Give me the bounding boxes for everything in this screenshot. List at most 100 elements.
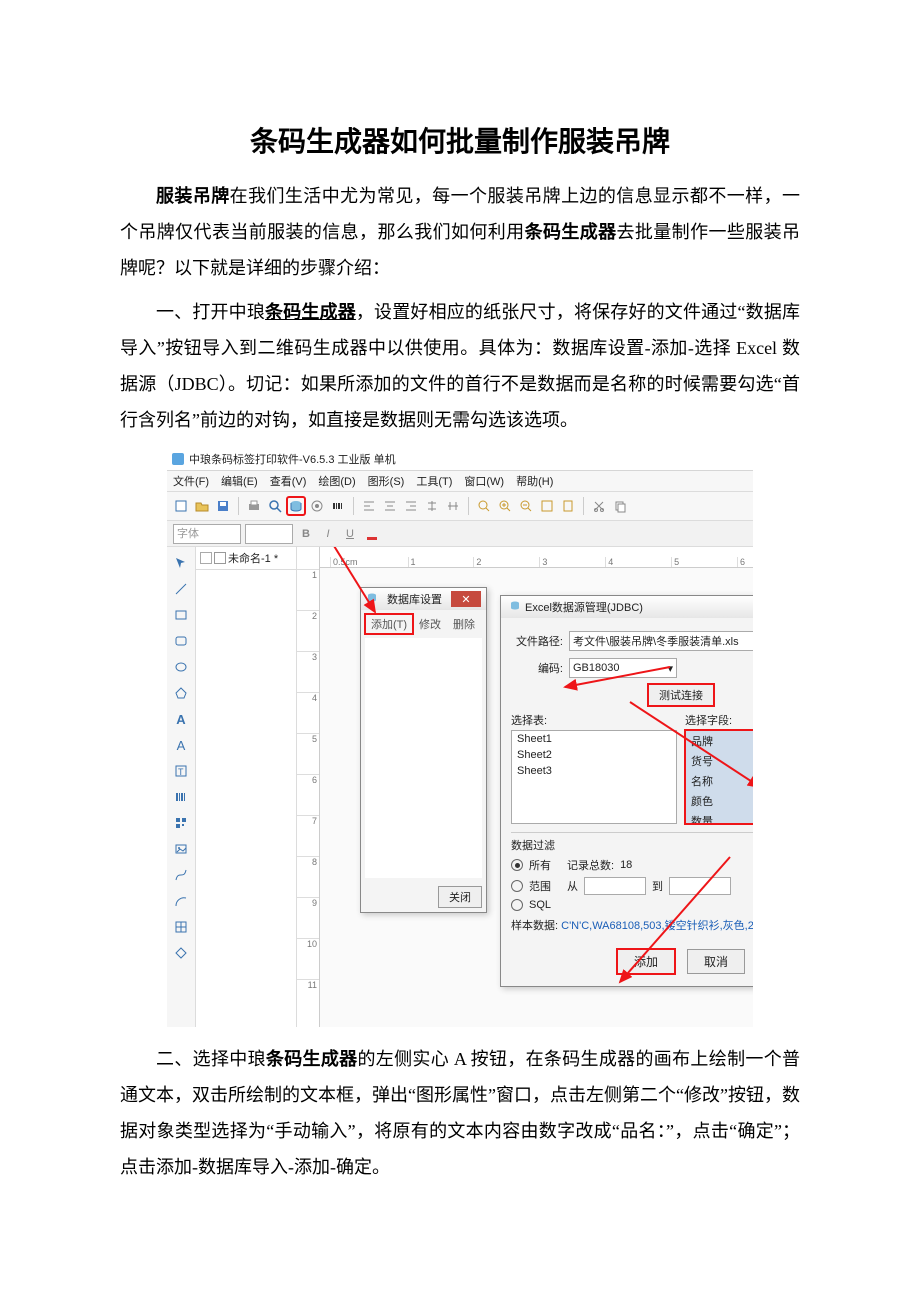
zoom-out-icon[interactable] <box>517 497 535 515</box>
list-item[interactable]: 数量 <box>686 811 753 824</box>
menu-view[interactable]: 查看(V) <box>270 473 307 489</box>
test-connection-button[interactable]: 测试连接 <box>648 684 714 706</box>
color-icon[interactable] <box>363 525 381 543</box>
filter-range-label: 范围 <box>529 878 551 894</box>
dialog1-titlebar[interactable]: 数据库设置 ✕ <box>361 588 486 610</box>
list-item[interactable]: 名称 <box>686 771 753 791</box>
align-left-icon[interactable] <box>360 497 378 515</box>
p1-bold-1: 服装吊牌 <box>156 186 230 206</box>
tables-label: 选择表: <box>511 712 677 728</box>
ruler-tick: 2 <box>297 610 319 651</box>
document-tab[interactable]: 未命名-1 * <box>196 547 296 570</box>
save-icon[interactable] <box>214 497 232 515</box>
list-item[interactable]: 品牌 <box>686 731 753 751</box>
align-h-icon[interactable] <box>444 497 462 515</box>
filter-all-radio[interactable] <box>511 859 523 871</box>
line-tool-icon[interactable] <box>171 579 191 599</box>
italic-icon[interactable]: I <box>319 525 337 543</box>
app-title: 中琅条码标签打印软件-V6.5.3 工业版 单机 <box>189 451 396 467</box>
roundrect-tool-icon[interactable] <box>171 631 191 651</box>
zoom-fit-icon[interactable] <box>475 497 493 515</box>
dialog1-tabs: 添加(T) 修改 删除 <box>361 610 486 634</box>
text-solid-a-icon[interactable]: A <box>171 709 191 729</box>
filter-sql-radio[interactable] <box>511 899 523 911</box>
list-item[interactable]: 颜色 <box>686 791 753 811</box>
dialog2-titlebar[interactable]: Excel数据源管理(JDBC) ✕ <box>501 596 753 618</box>
svg-text:T: T <box>178 767 184 777</box>
menu-file[interactable]: 文件(F) <box>173 473 209 489</box>
ellipse-tool-icon[interactable] <box>171 657 191 677</box>
menu-window[interactable]: 窗口(W) <box>464 473 504 489</box>
menu-tool[interactable]: 工具(T) <box>416 473 452 489</box>
qrcode-tool-icon[interactable] <box>171 813 191 833</box>
list-item[interactable]: 货号 <box>686 751 753 771</box>
curve-tool-icon[interactable] <box>171 865 191 885</box>
tab-checkbox-icon[interactable] <box>214 552 226 564</box>
filter-label: 数据过滤 <box>511 837 753 853</box>
richtext-tool-icon[interactable]: T <box>171 761 191 781</box>
dialog1-close-icon[interactable]: ✕ <box>451 591 481 607</box>
align-v-icon[interactable] <box>423 497 441 515</box>
bold-icon[interactable]: B <box>297 525 315 543</box>
encoding-select[interactable]: GB18030▾ <box>569 658 677 678</box>
zoom-actual-icon[interactable] <box>538 497 556 515</box>
image-tool-icon[interactable] <box>171 839 191 859</box>
arc-tool-icon[interactable] <box>171 891 191 911</box>
ruler-tick: 1 <box>408 557 424 567</box>
rect-tool-icon[interactable] <box>171 605 191 625</box>
menu-draw[interactable]: 绘图(D) <box>318 473 355 489</box>
cut-icon[interactable] <box>590 497 608 515</box>
new-icon[interactable] <box>172 497 190 515</box>
text-outline-a-icon[interactable]: A <box>171 735 191 755</box>
cancel-button[interactable]: 取消 <box>687 949 745 974</box>
filter-range-radio[interactable] <box>511 880 523 892</box>
polygon-tool-icon[interactable] <box>171 683 191 703</box>
zoom-in-icon[interactable] <box>496 497 514 515</box>
settings-icon[interactable] <box>308 497 326 515</box>
list-item[interactable]: Sheet3 <box>512 763 676 779</box>
tables-listbox[interactable]: Sheet1 Sheet2 Sheet3 <box>511 730 677 824</box>
range-from-input[interactable] <box>584 877 646 895</box>
zoom-page-icon[interactable] <box>559 497 577 515</box>
ruler-tick: 4 <box>605 557 621 567</box>
dialog2-title-icon <box>509 600 521 615</box>
canvas-area[interactable]: 0.5cm 1 2 3 4 5 6 数据库设置 ✕ <box>320 547 753 1027</box>
tab-close-icon[interactable] <box>200 552 212 564</box>
preview-icon[interactable] <box>266 497 284 515</box>
font-size-select[interactable] <box>245 524 293 544</box>
excel-datasource-dialog: Excel数据源管理(JDBC) ✕ 文件路径: 考文件\服装吊牌\冬季服装清单… <box>500 595 753 987</box>
file-path-input[interactable]: 考文件\服装吊牌\冬季服装清单.xls <box>569 631 753 651</box>
list-item[interactable]: Sheet2 <box>512 747 676 763</box>
font-family-select[interactable]: 字体 <box>173 524 241 544</box>
barcode-tool-icon[interactable] <box>171 787 191 807</box>
list-item[interactable]: Sheet1 <box>512 731 676 747</box>
ruler-tick: 10 <box>297 938 319 979</box>
menu-edit[interactable]: 编辑(E) <box>221 473 258 489</box>
range-to-input[interactable] <box>669 877 731 895</box>
dialog1-close-button[interactable]: 关闭 <box>438 886 482 908</box>
range-to-label: 到 <box>652 878 663 894</box>
open-icon[interactable] <box>193 497 211 515</box>
generate-icon[interactable] <box>329 497 347 515</box>
dialog1-add-tab[interactable]: 添加(T) <box>365 614 413 634</box>
align-center-icon[interactable] <box>381 497 399 515</box>
copy-icon[interactable] <box>611 497 629 515</box>
database-icon[interactable] <box>287 497 305 515</box>
align-right-icon[interactable] <box>402 497 420 515</box>
pointer-tool-icon[interactable] <box>171 553 191 573</box>
fields-listbox[interactable]: 品牌 货号 名称 颜色 数量 <box>685 730 753 824</box>
table-tool-icon[interactable] <box>171 917 191 937</box>
underline-icon[interactable]: U <box>341 525 359 543</box>
dialog1-delete-tab[interactable]: 删除 <box>447 614 481 634</box>
paragraph-1: 服装吊牌在我们生活中尤为常见，每一个服装吊牌上边的信息显示都不一样，一个吊牌仅代… <box>120 178 800 286</box>
diamond-tool-icon[interactable] <box>171 943 191 963</box>
ruler-tick: 6 <box>297 774 319 815</box>
dialog1-modify-tab[interactable]: 修改 <box>413 614 447 634</box>
menu-help[interactable]: 帮助(H) <box>516 473 553 489</box>
print-icon[interactable] <box>245 497 263 515</box>
menu-shape[interactable]: 图形(S) <box>368 473 405 489</box>
add-button[interactable]: 添加 <box>617 949 675 974</box>
document-title: 条码生成器如何批量制作服装吊牌 <box>120 120 800 160</box>
app-formatbar: 字体 B I U <box>167 521 753 547</box>
paragraph-2: 一、打开中琅条码生成器，设置好相应的纸张尺寸，将保存好的文件通过“数据库导入”按… <box>120 294 800 438</box>
